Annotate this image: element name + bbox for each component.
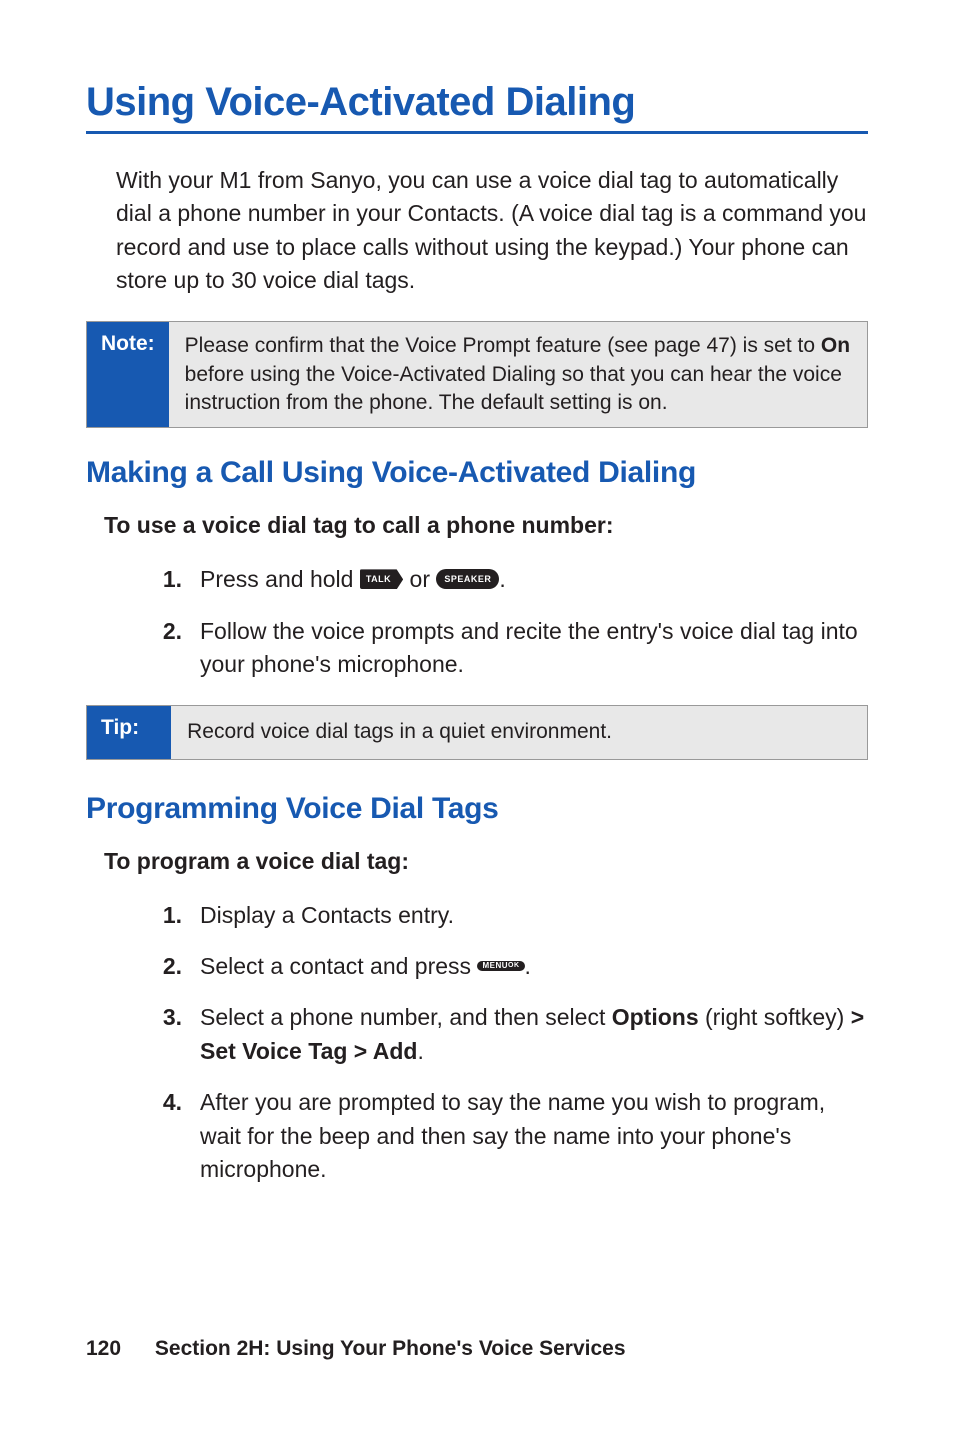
note-body: Please confirm that the Voice Prompt fea… xyxy=(169,322,867,427)
step-text: Select a contact and press MENUOK. xyxy=(200,950,868,983)
subhead-program-tag: To program a voice dial tag: xyxy=(104,848,868,875)
subhead-voice-dial-call: To use a voice dial tag to call a phone … xyxy=(104,512,868,539)
menu-top: MENU xyxy=(482,963,508,969)
step-text-post: . xyxy=(499,566,505,592)
steps-making-call: 1. Press and hold TALK or SPEAKER. 2. Fo… xyxy=(136,563,868,681)
step-number: 1. xyxy=(136,899,200,932)
step-text: Press and hold TALK or SPEAKER. xyxy=(200,563,868,596)
step-text: Select a phone number, and then select O… xyxy=(200,1001,868,1068)
step-text: Display a Contacts entry. xyxy=(200,899,868,932)
section-label: Section 2H: Using Your Phone's Voice Ser… xyxy=(155,1337,626,1360)
section-heading-programming: Programming Voice Dial Tags xyxy=(86,792,868,826)
step-text-pre: Select a contact and press xyxy=(200,953,477,979)
intro-paragraph: With your M1 from Sanyo, you can use a v… xyxy=(116,164,868,297)
page-number: 120 xyxy=(86,1337,121,1360)
tip-callout: Tip: Record voice dial tags in a quiet e… xyxy=(86,705,868,759)
note-text-pre: Please confirm that the Voice Prompt fea… xyxy=(185,334,821,357)
step-text-pre: Select a phone number, and then select xyxy=(200,1004,612,1030)
step-number: 1. xyxy=(136,563,200,596)
step-text-post: . xyxy=(417,1038,423,1064)
page: Using Voice-Activated Dialing With your … xyxy=(0,0,954,1431)
step-number: 3. xyxy=(136,1001,200,1068)
steps-programming: 1. Display a Contacts entry. 2. Select a… xyxy=(136,899,868,1186)
tip-body: Record voice dial tags in a quiet enviro… xyxy=(171,706,867,758)
step-text: After you are prompted to say the name y… xyxy=(200,1086,868,1186)
title-rule xyxy=(86,131,868,134)
step-bold-options: Options xyxy=(612,1004,699,1030)
page-title: Using Voice-Activated Dialing xyxy=(86,80,868,125)
section-heading-making-call: Making a Call Using Voice-Activated Dial… xyxy=(86,456,868,490)
step-row: 3. Select a phone number, and then selec… xyxy=(136,1001,868,1068)
step-row: 1. Display a Contacts entry. xyxy=(136,899,868,932)
menu-ok-key-icon: MENUOK xyxy=(477,961,524,971)
menu-bot: OK xyxy=(508,963,520,969)
page-footer: 120 Section 2H: Using Your Phone's Voice… xyxy=(86,1337,626,1361)
tip-label: Tip: xyxy=(87,706,171,758)
note-text-post: before using the Voice-Activated Dialing… xyxy=(185,363,842,414)
note-bold: On xyxy=(821,334,850,357)
step-row: 1. Press and hold TALK or SPEAKER. xyxy=(136,563,868,596)
step-row: 4. After you are prompted to say the nam… xyxy=(136,1086,868,1186)
talk-key-icon: TALK xyxy=(360,569,403,589)
step-text-mid: or xyxy=(403,566,436,592)
step-text-post: . xyxy=(525,953,531,979)
step-text-pre: Press and hold xyxy=(200,566,360,592)
speaker-key-icon: SPEAKER xyxy=(436,569,499,589)
step-row: 2. Select a contact and press MENUOK. xyxy=(136,950,868,983)
step-text-mid: (right softkey) xyxy=(699,1004,851,1030)
step-number: 4. xyxy=(136,1086,200,1186)
step-number: 2. xyxy=(136,615,200,682)
step-number: 2. xyxy=(136,950,200,983)
step-text: Follow the voice prompts and recite the … xyxy=(200,615,868,682)
note-label: Note: xyxy=(87,322,169,427)
step-row: 2. Follow the voice prompts and recite t… xyxy=(136,615,868,682)
note-callout: Note: Please confirm that the Voice Prom… xyxy=(86,321,868,428)
